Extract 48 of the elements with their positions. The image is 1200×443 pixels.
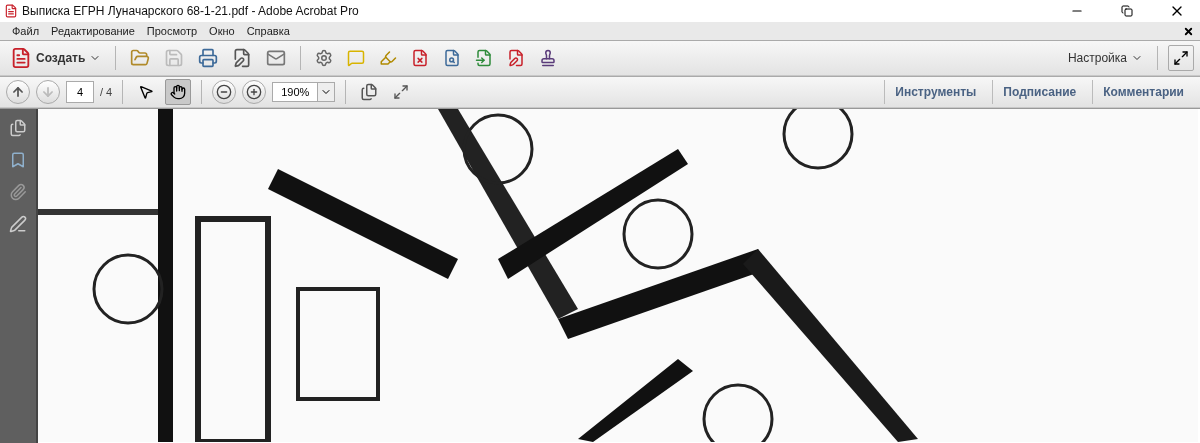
file-x-icon [411,49,430,67]
file-search-icon [443,49,462,67]
panel-tab[interactable]: Подписание [992,80,1087,104]
document-icon [10,47,32,69]
file-pen-icon [507,49,526,67]
customize-button[interactable]: Настройка [1063,45,1147,71]
pointer-icon [138,84,155,100]
envelope-icon [266,48,287,68]
page-total: / 4 [100,86,113,98]
restore-icon [1121,5,1133,17]
page-field[interactable]: 4 [66,81,94,103]
close-icon[interactable] [1183,25,1194,37]
zoom-field[interactable]: 190% [272,82,319,102]
speech-bubble-icon [347,49,366,67]
window-title: Выписка ЕГРН Луначарского 68-1-21.pdf - Adobe Acrobat Pro [22,4,360,18]
pdf-icon [4,4,18,18]
signature-icon[interactable] [9,215,27,233]
gear-icon [315,49,334,67]
menu-item[interactable]: Справка [240,22,296,40]
menu-item[interactable]: Файл [6,22,46,40]
fullscreen-button[interactable] [1168,45,1194,71]
hand-icon [170,84,187,100]
stamp-icon [539,49,558,67]
folder-icon [130,48,151,68]
bookmark-icon[interactable] [9,151,27,169]
save-icon [164,48,185,68]
expand-icon [393,84,410,100]
arrow-down-icon [41,85,55,99]
printer-icon [198,48,219,68]
tool-button[interactable] [165,79,192,105]
plus-icon [246,84,263,100]
panel-tab[interactable]: Комментарии [1092,80,1194,104]
previous-page-button[interactable] [6,80,30,104]
pages-icon [360,83,379,101]
create-button[interactable]: Создать [6,45,106,71]
expand-icon [1173,50,1189,66]
highlighter-icon [379,49,398,67]
paperclip-icon[interactable] [9,183,27,201]
zoom-in-button[interactable] [242,80,267,104]
menu-item[interactable]: Редактирование [45,22,141,40]
file-arrow-icon [475,49,494,67]
pages-icon[interactable] [9,119,27,137]
menu-item[interactable]: Окно [203,22,241,40]
panel-tab[interactable]: Инструменты [884,80,987,104]
file-pen-icon [232,48,253,68]
zoom-out-button[interactable] [212,80,237,104]
menu-item[interactable]: Просмотр [140,22,204,40]
minus-icon [216,84,233,100]
